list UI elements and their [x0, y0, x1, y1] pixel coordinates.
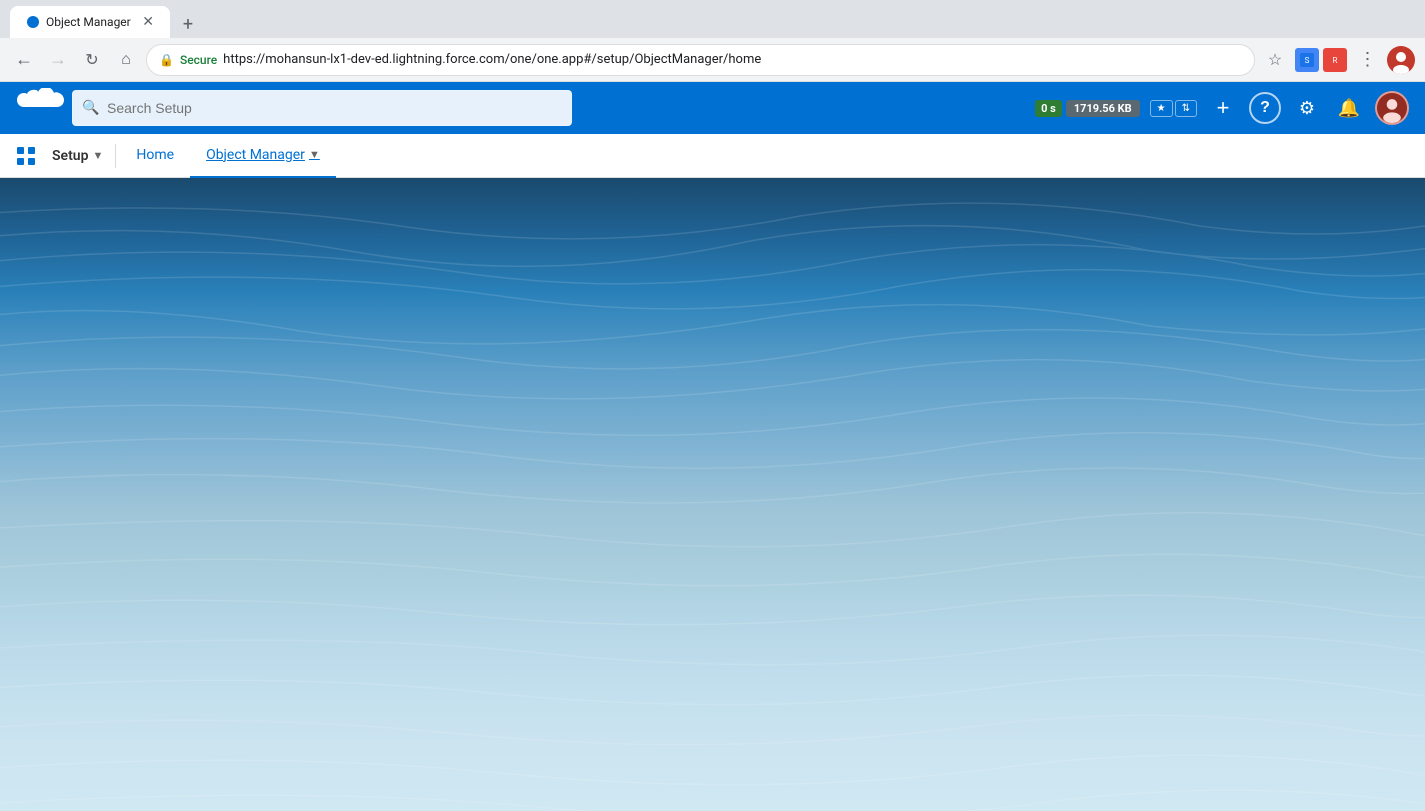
- tab-title: Object Manager: [46, 15, 136, 29]
- svg-text:S: S: [1305, 56, 1310, 65]
- nav-item-home[interactable]: Home: [120, 134, 190, 178]
- reload-button[interactable]: ↻: [78, 46, 106, 74]
- sf-search-icon: 🔍: [82, 100, 99, 116]
- nav-item-object-manager[interactable]: Object Manager ▼: [190, 134, 336, 178]
- browser-toolbar: ← → ↻ ⌂ 🔒 Secure https://mohansun-lx1-de…: [0, 38, 1425, 82]
- new-tab-button[interactable]: +: [174, 10, 202, 38]
- settings-button[interactable]: ⚙: [1291, 92, 1323, 124]
- setup-text: Setup: [52, 148, 88, 164]
- sf-header-actions: 0 s 1719.56 KB ★ ⇅ + ? ⚙ 🔔: [1035, 91, 1409, 125]
- tab-favicon: [26, 15, 40, 29]
- sf-header: 🔍 0 s 1719.56 KB ★ ⇅ + ? ⚙ 🔔: [0, 82, 1425, 134]
- tab-close-icon[interactable]: ✕: [142, 14, 154, 30]
- topo-pattern: [0, 178, 1425, 811]
- url-text: https://mohansun-lx1-dev-ed.lightning.fo…: [223, 52, 1242, 67]
- active-tab[interactable]: Object Manager ✕: [10, 6, 170, 38]
- notifications-button[interactable]: 🔔: [1333, 92, 1365, 124]
- perf-btn-1[interactable]: ★: [1150, 100, 1173, 117]
- browser-menu-button[interactable]: ⋮: [1353, 46, 1381, 74]
- ext-icon-2[interactable]: R: [1323, 48, 1347, 72]
- help-button[interactable]: ?: [1249, 92, 1281, 124]
- home-label: Home: [136, 147, 174, 163]
- ext-icon-1[interactable]: S: [1295, 48, 1319, 72]
- home-button[interactable]: ⌂: [112, 46, 140, 74]
- memory-badge: 1719.56 KB: [1066, 100, 1140, 117]
- forward-button[interactable]: →: [44, 46, 72, 74]
- user-avatar[interactable]: [1375, 91, 1409, 125]
- svg-text:R: R: [1333, 56, 1338, 65]
- perf-buttons: ★ ⇅: [1150, 100, 1197, 117]
- perf-btn-2[interactable]: ⇅: [1175, 100, 1197, 117]
- extensions-area: S R: [1295, 48, 1347, 72]
- time-badge: 0 s: [1035, 100, 1062, 117]
- setup-chevron[interactable]: ▼: [92, 149, 103, 162]
- sf-search-container: 🔍: [72, 90, 572, 126]
- sf-navbar: Setup ▼ Home Object Manager ▼: [0, 134, 1425, 178]
- timer-badge: 0 s 1719.56 KB: [1035, 100, 1140, 117]
- setup-nav-label: Setup ▼: [44, 148, 111, 164]
- bookmark-button[interactable]: ☆: [1261, 46, 1289, 74]
- sf-app: 🔍 0 s 1719.56 KB ★ ⇅ + ? ⚙ 🔔: [0, 82, 1425, 811]
- sf-main-content: [0, 178, 1425, 811]
- object-manager-label: Object Manager: [206, 147, 305, 163]
- browser-tabs-bar: Object Manager ✕ +: [0, 0, 1425, 38]
- nav-divider: [115, 144, 116, 168]
- secure-icon: 🔒: [159, 53, 174, 67]
- sf-background: [0, 178, 1425, 811]
- sf-logo[interactable]: [16, 88, 56, 128]
- browser-chrome: Object Manager ✕ + ← → ↻ ⌂ 🔒 Secure http…: [0, 0, 1425, 82]
- waffle-menu[interactable]: [8, 138, 44, 174]
- address-bar[interactable]: 🔒 Secure https://mohansun-lx1-dev-ed.lig…: [146, 44, 1255, 76]
- add-button[interactable]: +: [1207, 92, 1239, 124]
- object-manager-chevron[interactable]: ▼: [309, 148, 320, 161]
- secure-label: Secure: [180, 53, 217, 67]
- back-button[interactable]: ←: [10, 46, 38, 74]
- search-input[interactable]: [72, 90, 572, 126]
- profile-button[interactable]: [1387, 46, 1415, 74]
